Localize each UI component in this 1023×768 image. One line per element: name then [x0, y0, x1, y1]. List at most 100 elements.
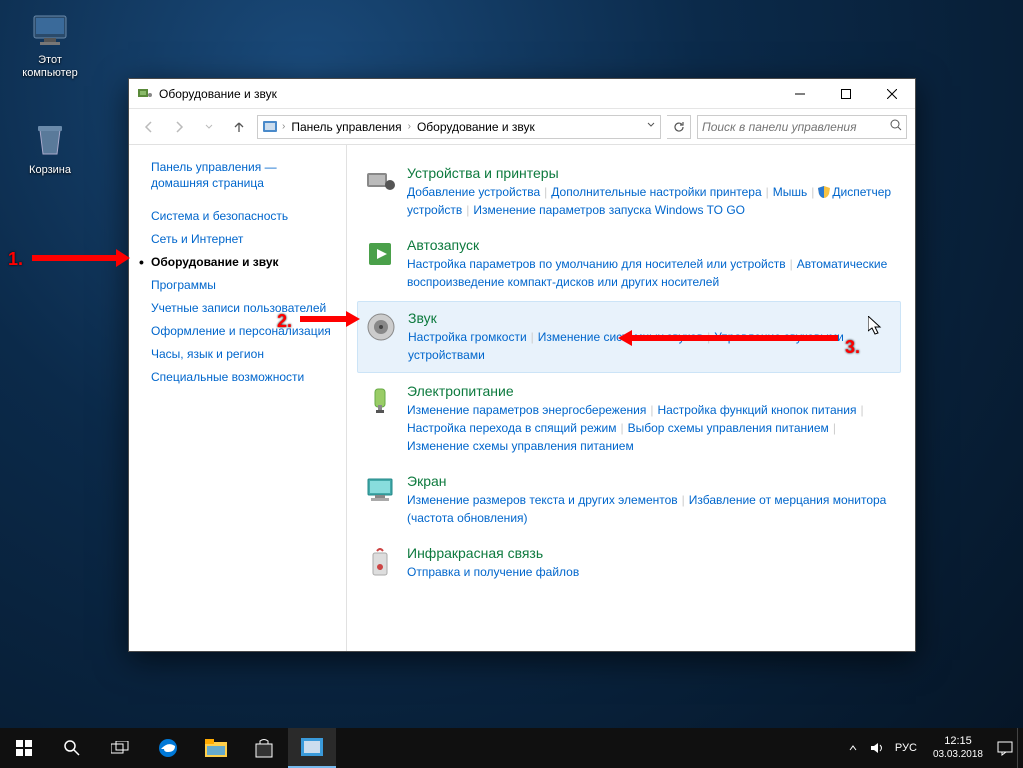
category-title[interactable]: Автозапуск — [407, 237, 895, 253]
category: Экран Изменение размеров текста и других … — [357, 465, 901, 535]
back-button[interactable] — [137, 115, 161, 139]
link-divider: | — [833, 421, 836, 435]
category-link[interactable]: Настройка перехода в спящий режим — [407, 421, 616, 435]
annotation-1: 1. — [8, 249, 23, 270]
sidebar-home[interactable]: Панель управления — домашняя страница — [151, 159, 334, 191]
title-bar: Оборудование и звук — [129, 79, 915, 109]
tray-clock[interactable]: 12:15 03.03.2018 — [923, 735, 993, 761]
refresh-button[interactable] — [667, 115, 691, 139]
clock-time: 12:15 — [933, 735, 983, 748]
category-links: Изменение параметров энергосбережения | На… — [407, 401, 895, 455]
sidebar: Панель управления — домашняя страница Си… — [129, 145, 347, 651]
category-link[interactable]: Добавление устройства — [407, 185, 540, 199]
category-title[interactable]: Звук — [408, 310, 894, 326]
close-button[interactable] — [869, 79, 915, 109]
category-link[interactable]: Изменение параметров энергосбережения — [407, 403, 646, 417]
recent-dropdown[interactable] — [197, 115, 221, 139]
category-icon — [363, 237, 397, 271]
category-link[interactable]: Мышь — [773, 185, 808, 199]
link-divider: | — [790, 257, 793, 271]
control-panel-window: Оборудование и звук › Панель управления … — [128, 78, 916, 652]
category-link[interactable]: Настройка функций кнопок питания — [657, 403, 856, 417]
category-icon — [363, 545, 397, 579]
category: Электропитание Изменение параметров энерг… — [357, 375, 901, 463]
shield-icon — [818, 185, 830, 197]
category-links: Изменение размеров текста и других элеме… — [407, 491, 895, 527]
chevron-right-icon: › — [282, 121, 285, 132]
category-links: Добавление устройства | Дополнительные нас… — [407, 183, 895, 219]
tray-language[interactable]: РУС — [889, 728, 923, 768]
annotation-2: 2. — [277, 311, 292, 332]
annotation-arrow-2 — [300, 311, 360, 327]
link-divider: | — [466, 203, 469, 217]
search-task-button[interactable] — [48, 728, 96, 768]
tray-chevron-icon[interactable] — [841, 728, 865, 768]
crumb-current[interactable]: Оборудование и звук — [415, 120, 537, 134]
control-panel-task[interactable] — [288, 728, 336, 768]
explorer-icon[interactable] — [192, 728, 240, 768]
category-link[interactable]: Дополнительные настройки принтера — [551, 185, 761, 199]
link-divider: | — [650, 403, 653, 417]
edge-icon[interactable] — [144, 728, 192, 768]
category-link[interactable]: Изменение размеров текста и других элеме… — [407, 493, 678, 507]
annotation-arrow-3 — [618, 330, 838, 346]
maximize-button[interactable] — [823, 79, 869, 109]
monitor-icon — [30, 10, 70, 50]
link-divider: | — [544, 185, 547, 199]
link-divider: | — [531, 330, 534, 344]
minimize-button[interactable] — [777, 79, 823, 109]
control-panel-icon — [262, 119, 278, 135]
sidebar-item[interactable]: Программы — [151, 274, 334, 297]
category-link[interactable]: Выбор схемы управления питанием — [628, 421, 829, 435]
trash-icon — [30, 120, 70, 160]
link-divider: | — [766, 185, 769, 199]
link-divider: | — [860, 403, 863, 417]
sidebar-item[interactable]: Оборудование и звук — [151, 251, 334, 274]
annotation-arrow-1 — [32, 249, 130, 267]
desktop-label: Этот компьютер — [12, 54, 88, 80]
link-divider: | — [682, 493, 685, 507]
category-link[interactable]: Изменение параметров запуска Windows TO … — [473, 203, 745, 217]
forward-button[interactable] — [167, 115, 191, 139]
category-title[interactable]: Устройства и принтеры — [407, 165, 895, 181]
category: Автозапуск Настройка параметров по умолча… — [357, 229, 901, 299]
hardware-sound-icon — [137, 86, 153, 102]
breadcrumb[interactable]: › Панель управления › Оборудование и зву… — [257, 115, 661, 139]
link-divider: | — [620, 421, 623, 435]
chevron-right-icon: › — [408, 121, 411, 132]
category: Устройства и принтеры Добавление устройст… — [357, 157, 901, 227]
category-icon — [363, 165, 397, 199]
task-view-button[interactable] — [96, 728, 144, 768]
search-icon[interactable] — [890, 118, 902, 136]
search-input[interactable] — [702, 120, 890, 134]
desktop-label: Корзина — [12, 164, 88, 177]
start-button[interactable] — [0, 728, 48, 768]
taskbar: РУС 12:15 03.03.2018 — [0, 728, 1023, 768]
show-desktop-button[interactable] — [1017, 728, 1023, 768]
category-icon — [363, 383, 397, 417]
category-title[interactable]: Экран — [407, 473, 895, 489]
desktop-recycle-bin[interactable]: Корзина — [12, 120, 88, 177]
category-title[interactable]: Инфракрасная связь — [407, 545, 895, 561]
category-icon — [364, 310, 398, 344]
sidebar-item[interactable]: Специальные возможности — [151, 366, 334, 389]
category-link[interactable]: Настройка громкости — [408, 330, 527, 344]
chevron-down-icon[interactable] — [646, 120, 656, 133]
action-center-icon[interactable] — [993, 728, 1017, 768]
desktop-this-pc[interactable]: Этот компьютер — [12, 10, 88, 80]
category-link[interactable]: Отправка и получение файлов — [407, 565, 579, 579]
tray-volume-icon[interactable] — [865, 728, 889, 768]
category-link[interactable]: Настройка параметров по умолчанию для но… — [407, 257, 786, 271]
address-bar: › Панель управления › Оборудование и зву… — [129, 109, 915, 145]
category-link[interactable]: Изменение схемы управления питанием — [407, 439, 634, 453]
sidebar-item[interactable]: Часы, язык и регион — [151, 343, 334, 366]
category-links: Отправка и получение файлов — [407, 563, 895, 581]
crumb-root[interactable]: Панель управления — [289, 120, 403, 134]
sidebar-item[interactable]: Система и безопасность — [151, 205, 334, 228]
up-button[interactable] — [227, 115, 251, 139]
store-icon[interactable] — [240, 728, 288, 768]
mouse-cursor — [868, 316, 884, 341]
category-title[interactable]: Электропитание — [407, 383, 895, 399]
sidebar-item[interactable]: Сеть и Интернет — [151, 228, 334, 251]
search-box[interactable] — [697, 115, 907, 139]
